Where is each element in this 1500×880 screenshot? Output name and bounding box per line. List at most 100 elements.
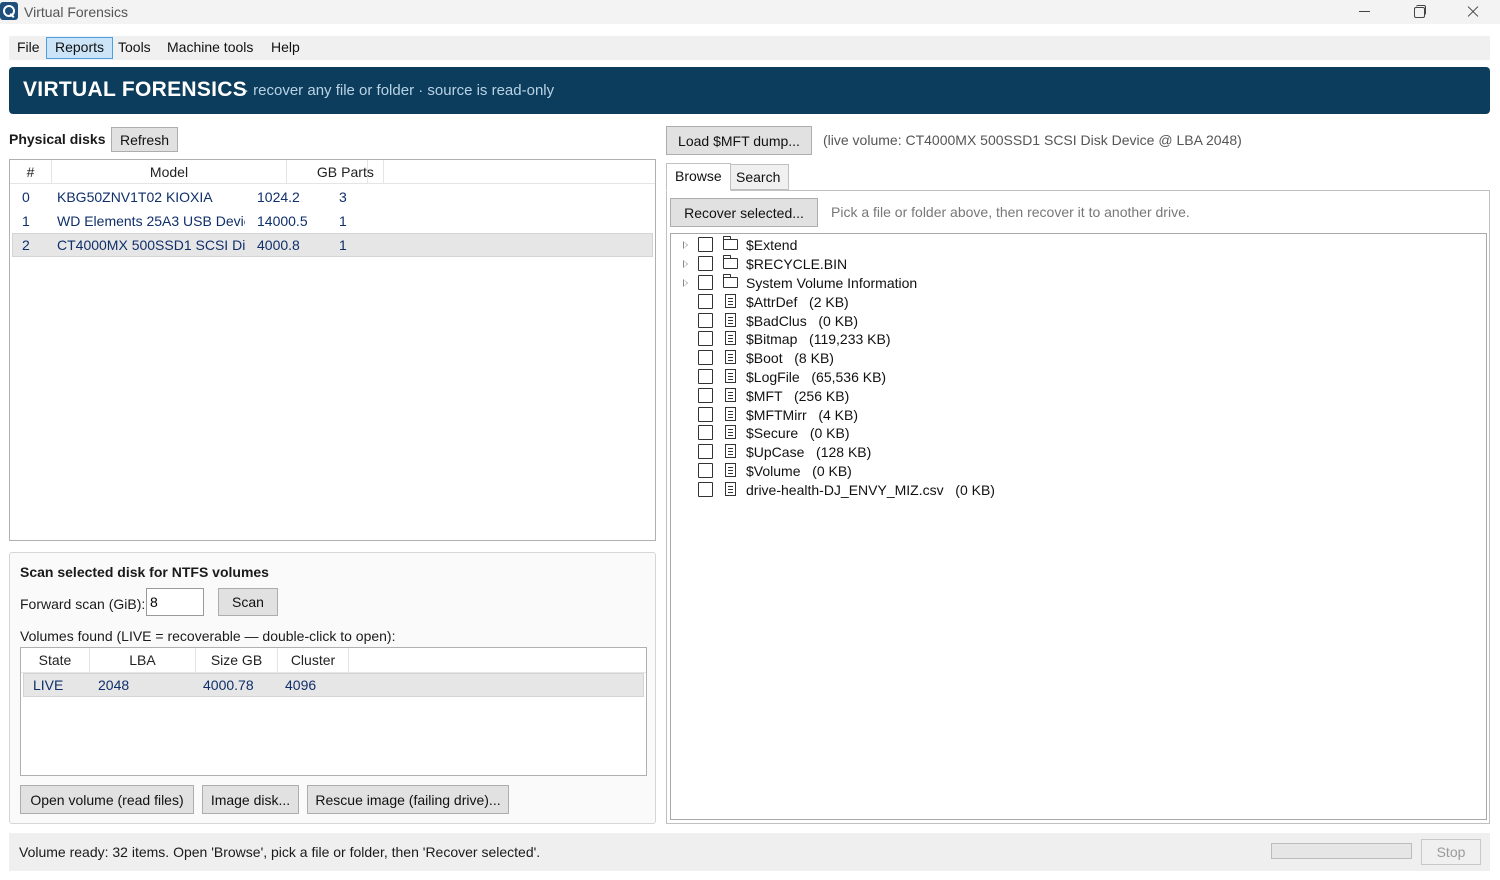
file-icon: [725, 482, 736, 496]
open-volume-button[interactable]: Open volume (read files): [20, 785, 194, 814]
rescue-image-button[interactable]: Rescue image (failing drive)...: [307, 785, 509, 814]
column-header-num[interactable]: #: [10, 160, 52, 184]
item-checkbox[interactable]: [698, 256, 713, 271]
disk-list-header: # Model GB Parts: [10, 160, 655, 184]
item-checkbox[interactable]: [698, 275, 713, 290]
forward-scan-input[interactable]: [146, 588, 204, 616]
tree-item-file[interactable]: $Volume (0 KB): [671, 462, 1486, 481]
tree-item-file[interactable]: $UpCase (128 KB): [671, 443, 1486, 462]
scan-group: Scan selected disk for NTFS volumes Forw…: [9, 552, 656, 824]
file-icon: [725, 331, 736, 345]
scan-button[interactable]: Scan: [218, 588, 278, 616]
tree-item-file[interactable]: $BadClus (0 KB): [671, 312, 1486, 331]
file-icon: [725, 388, 736, 402]
tree-item-folder[interactable]: $RECYCLE.BIN: [671, 255, 1486, 274]
tree-item-label: $LogFile (65,536 KB): [746, 369, 887, 385]
recover-hint: Pick a file or folder above, then recove…: [831, 204, 1190, 220]
file-icon: [725, 294, 736, 308]
column-header-size[interactable]: Size GB: [196, 648, 278, 672]
disk-model: CT4000MX 500SSD1 SCSI Disk Device: [57, 237, 245, 253]
item-checkbox[interactable]: [698, 482, 713, 497]
item-checkbox[interactable]: [698, 444, 713, 459]
volume-list[interactable]: State LBA Size GB Cluster LIVE 2048 4000…: [20, 647, 647, 776]
tree-item-file[interactable]: $LogFile (65,536 KB): [671, 368, 1486, 387]
menu-reports[interactable]: Reports: [46, 37, 114, 59]
column-header-parts[interactable]: Parts: [332, 160, 384, 184]
load-mft-button[interactable]: Load $MFT dump...: [666, 126, 812, 155]
restore-button[interactable]: [1396, 0, 1442, 24]
tree-item-file[interactable]: $Boot (8 KB): [671, 349, 1486, 368]
file-icon: [725, 369, 736, 383]
disk-parts: 1: [339, 237, 347, 253]
file-icon: [725, 425, 736, 439]
file-icon: [725, 350, 736, 364]
tree-item-label: System Volume Information: [746, 275, 918, 291]
tree-item-file[interactable]: $MFTMirr (4 KB): [671, 406, 1486, 425]
volumes-found-label: Volumes found (LIVE = recoverable — doub…: [20, 628, 396, 644]
item-checkbox[interactable]: [698, 294, 713, 309]
item-checkbox[interactable]: [698, 369, 713, 384]
tree-item-label: drive-health-DJ_ENVY_MIZ.csv (0 KB): [746, 482, 995, 498]
tree-item-file[interactable]: drive-health-DJ_ENVY_MIZ.csv (0 KB): [671, 481, 1486, 500]
item-checkbox[interactable]: [698, 350, 713, 365]
column-header-cluster[interactable]: Cluster: [278, 648, 349, 672]
title-bar: Virtual Forensics: [0, 0, 1500, 24]
item-checkbox[interactable]: [698, 425, 713, 440]
file-tree[interactable]: $Extend $RECYCLE.BIN System Volume Infor…: [670, 233, 1487, 820]
column-header-lba[interactable]: LBA: [90, 648, 196, 672]
tree-item-file[interactable]: $AttrDef (2 KB): [671, 293, 1486, 312]
minimize-button[interactable]: [1342, 0, 1388, 24]
volume-state: LIVE: [33, 677, 64, 693]
disk-gb: 1024.2: [257, 189, 300, 205]
file-icon: [725, 313, 736, 327]
disk-list[interactable]: # Model GB Parts 0 KBG50ZNV1T02 KIOXIA 1…: [9, 159, 656, 541]
item-checkbox[interactable]: [698, 388, 713, 403]
browse-panel: Recover selected... Pick a file or folde…: [666, 190, 1490, 824]
stop-button[interactable]: Stop: [1421, 839, 1481, 865]
tree-item-file[interactable]: $Secure (0 KB): [671, 424, 1486, 443]
status-bar: Volume ready: 32 items. Open 'Browse', p…: [9, 833, 1490, 871]
item-checkbox[interactable]: [698, 331, 713, 346]
menu-tools[interactable]: Tools: [110, 37, 159, 59]
volume-row-selected[interactable]: LIVE 2048 4000.78 4096: [23, 673, 644, 697]
expand-arrow-icon[interactable]: [683, 241, 688, 249]
disk-num: 1: [22, 213, 30, 229]
disk-row[interactable]: 0 KBG50ZNV1T02 KIOXIA 1024.2 3: [12, 185, 653, 209]
menu-bar: File Reports Tools Machine tools Help: [9, 36, 1490, 60]
tree-item-label: $Secure (0 KB): [746, 425, 850, 441]
app-banner: VIRTUAL FORENSICS · recover any file or …: [9, 67, 1490, 114]
disk-model: KBG50ZNV1T02 KIOXIA: [57, 189, 213, 205]
disk-row[interactable]: 1 WD Elements 25A3 USB Device 14000.5 1: [12, 209, 653, 233]
column-header-model[interactable]: Model: [52, 160, 287, 184]
tree-item-file[interactable]: $MFT (256 KB): [671, 387, 1486, 406]
disk-row-selected[interactable]: 2 CT4000MX 500SSD1 SCSI Disk Device 4000…: [12, 233, 653, 257]
item-checkbox[interactable]: [698, 407, 713, 422]
column-header-state[interactable]: State: [21, 648, 90, 672]
item-checkbox[interactable]: [698, 313, 713, 328]
tab-search[interactable]: Search: [727, 164, 790, 190]
tree-item-label: $Extend: [746, 237, 798, 253]
tree-item-label: $AttrDef (2 KB): [746, 294, 849, 310]
tree-item-label: $BadClus (0 KB): [746, 313, 859, 329]
tree-item-folder[interactable]: $Extend: [671, 236, 1486, 255]
menu-machine-tools[interactable]: Machine tools: [159, 37, 261, 59]
window-title: Virtual Forensics: [24, 4, 129, 20]
refresh-button[interactable]: Refresh: [111, 127, 178, 152]
tree-item-file[interactable]: $Bitmap (119,233 KB): [671, 330, 1486, 349]
volume-cluster: 4096: [285, 677, 317, 693]
menu-file[interactable]: File: [9, 37, 48, 59]
tree-item-folder[interactable]: System Volume Information: [671, 274, 1486, 293]
image-disk-button[interactable]: Image disk...: [202, 785, 299, 814]
close-button[interactable]: [1450, 0, 1496, 24]
expand-arrow-icon[interactable]: [683, 279, 688, 287]
volume-list-header: State LBA Size GB Cluster: [21, 648, 646, 673]
item-checkbox[interactable]: [698, 463, 713, 478]
tab-browse[interactable]: Browse: [666, 163, 731, 191]
recover-selected-button[interactable]: Recover selected...: [670, 198, 818, 227]
item-checkbox[interactable]: [698, 237, 713, 252]
expand-arrow-icon[interactable]: [683, 260, 688, 268]
folder-icon: [723, 255, 738, 269]
banner-subtitle: · recover any file or folder · source is…: [244, 82, 555, 99]
folder-icon: [723, 236, 738, 250]
menu-help[interactable]: Help: [263, 37, 308, 59]
